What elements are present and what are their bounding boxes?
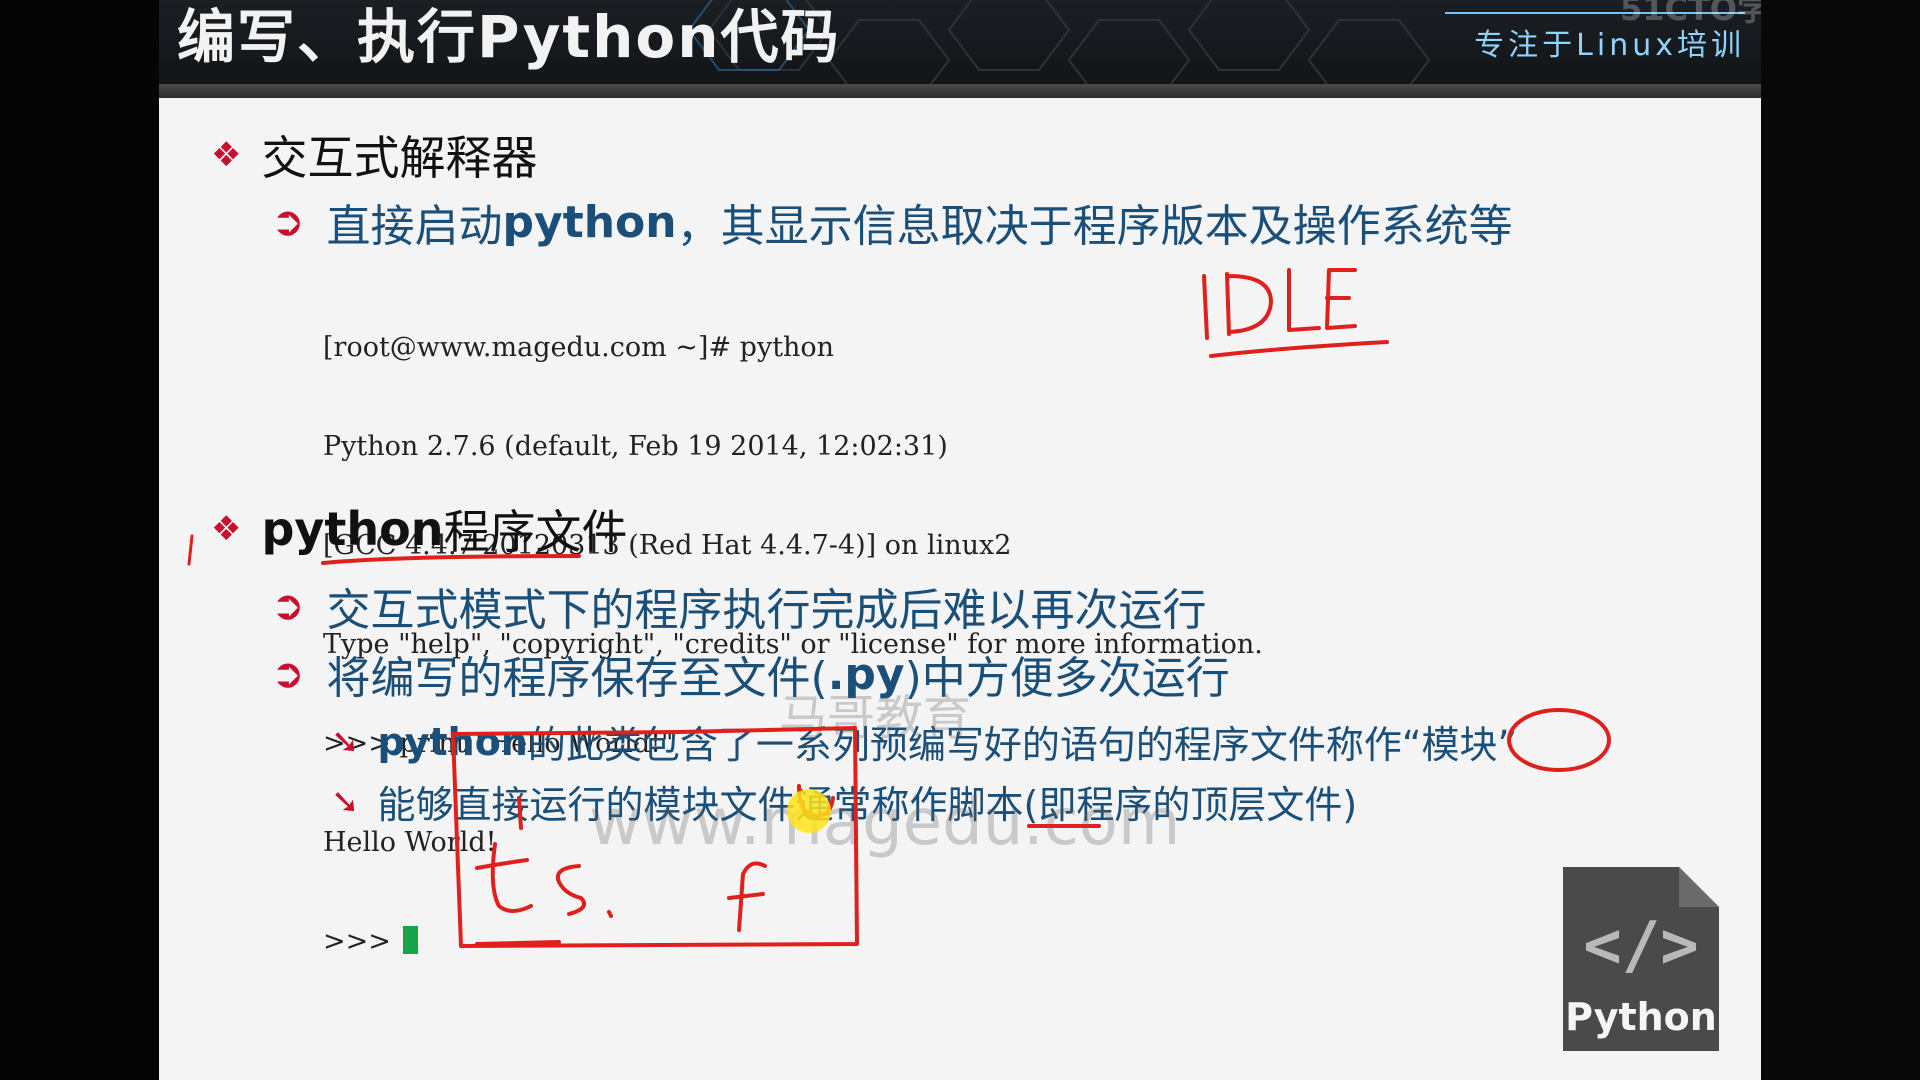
section-heading-program-file: ❖ python 程序文件 xyxy=(211,496,628,562)
section-heading-bold: python xyxy=(261,502,444,556)
terminal-line: [root@www.magedu.com ~]# python xyxy=(323,332,835,363)
badge-label: Python xyxy=(1565,995,1717,1039)
watermark-url: www.magedu.com xyxy=(589,786,1181,860)
code-icon: </> xyxy=(1583,909,1699,983)
handwritten-circle-module xyxy=(1507,708,1611,772)
subbullet-text: 的此类包含了一系列预编写好的语句的程序文件称作“模块” xyxy=(527,723,1518,767)
arrow-bullet-icon: ➲ xyxy=(271,199,305,245)
diamond-bullet-icon: ❖ xyxy=(211,135,242,175)
arrow-bullet-icon: ➲ xyxy=(271,651,305,697)
right-letterbox xyxy=(1761,0,1920,1080)
section-heading-interpreter: ❖ 交互式解释器 xyxy=(211,122,537,188)
bullet-item-save-to-file: ➲ 将编写的程序保存至文件( .py )中方便多次运行 xyxy=(271,642,1230,706)
bullet-item-interactive-hard-rerun: ➲ 交互式模式下的程序执行完成后难以再次运行 xyxy=(271,574,1207,638)
bullet-text-bold: python xyxy=(502,196,677,248)
subbullet-text-bold: python xyxy=(377,719,528,764)
bullet-item-launch-python: ➲ 直接启动 python ，其显示信息取决于程序版本及操作系统等 xyxy=(271,190,1513,254)
bullet-text-pre: 直接启动 xyxy=(326,201,503,252)
bullet-text-post: ，其显示信息取决于程序版本及操作系统等 xyxy=(676,201,1513,252)
terminal-prompt: >>> xyxy=(323,926,391,957)
video-frame: 编写、执行Python代码 专注于Linux培训 51CTO学院 ❖ 交互式解释… xyxy=(0,0,1920,1080)
slide-title: 编写、执行Python代码 xyxy=(177,3,841,71)
header-divider-bar xyxy=(159,84,1761,98)
bullet-text: 交互式模式下的程序执行完成后难以再次运行 xyxy=(326,585,1207,636)
slide-header: 编写、执行Python代码 专注于Linux培训 51CTO学院 xyxy=(159,0,1761,84)
watermark-cn: 马哥教育 xyxy=(779,690,972,746)
handwritten-tick-mark xyxy=(187,534,194,566)
arrow-bullet-icon: ➲ xyxy=(271,583,305,629)
slide-body: ❖ 交互式解释器 ➲ 直接启动 python ，其显示信息取决于程序版本及操作系… xyxy=(159,98,1761,1080)
down-right-arrow-icon: ➘ xyxy=(331,781,360,822)
bullet-text-pre: 将编写的程序保存至文件( xyxy=(326,653,828,704)
section-heading-text: 交互式解释器 xyxy=(261,131,538,185)
brand-logo: 51CTO学院 xyxy=(1619,0,1761,28)
terminal-prompt-line: >>> xyxy=(323,925,1263,958)
diamond-bullet-icon: ❖ xyxy=(211,509,242,549)
python-badge: </> Python xyxy=(1557,861,1725,1057)
terminal-cursor xyxy=(402,926,418,954)
down-right-arrow-icon: ➘ xyxy=(331,721,360,762)
terminal-line: Python 2.7.6 (default, Feb 19 2014, 12:0… xyxy=(323,431,948,462)
section-heading-text: 程序文件 xyxy=(443,505,628,559)
